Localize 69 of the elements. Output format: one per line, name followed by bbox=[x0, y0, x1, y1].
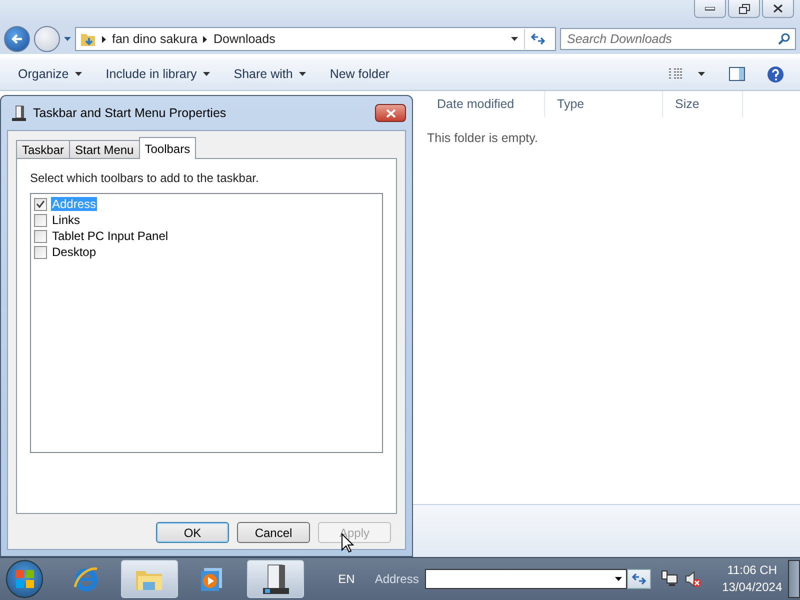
clock-date: 13/04/2024 bbox=[722, 579, 782, 596]
minimize-button[interactable] bbox=[694, 0, 726, 18]
restore-button[interactable] bbox=[728, 0, 760, 18]
tab[interactable]: Start Menu bbox=[69, 140, 140, 159]
start-button[interactable] bbox=[6, 560, 44, 598]
taskbar-properties-icon bbox=[11, 104, 27, 122]
caret-icon bbox=[511, 37, 518, 41]
instruction-text: Select which toolbars to add to the taskbar. bbox=[30, 171, 260, 185]
muted-volume-icon[interactable] bbox=[684, 570, 702, 588]
breadcrumb-item[interactable]: Downloads bbox=[213, 32, 276, 46]
taskbar-app-button[interactable] bbox=[246, 560, 304, 598]
go-button[interactable] bbox=[626, 569, 651, 590]
checkbox[interactable] bbox=[34, 230, 47, 242]
list-item[interactable]: Tablet PC Input Panel bbox=[51, 229, 170, 243]
caret-icon bbox=[74, 72, 82, 76]
toolbar-button[interactable]: Organize bbox=[10, 61, 90, 87]
address-bar[interactable]: fan dino sakura Downloads bbox=[75, 27, 556, 51]
language-indicator[interactable]: EN bbox=[338, 572, 355, 586]
tab[interactable]: Taskbar bbox=[16, 140, 70, 159]
tab[interactable]: Toolbars bbox=[138, 137, 196, 159]
caret-icon bbox=[64, 37, 71, 41]
breadcrumb-item[interactable]: fan dino sakura bbox=[112, 32, 198, 46]
taskbar-properties-icon bbox=[260, 563, 291, 596]
network-icon[interactable] bbox=[660, 570, 678, 588]
caret-icon bbox=[202, 72, 210, 76]
preview-pane-icon[interactable] bbox=[729, 67, 745, 81]
column-header[interactable]: Date modified bbox=[425, 91, 545, 117]
refresh-icon bbox=[632, 573, 646, 586]
windows-logo-icon bbox=[14, 569, 35, 590]
browser-icon bbox=[72, 565, 100, 594]
refresh-icon bbox=[531, 33, 545, 45]
close-button[interactable] bbox=[375, 104, 406, 122]
toolbar-button[interactable]: Share with bbox=[226, 61, 314, 87]
list-item[interactable]: Desktop bbox=[51, 245, 98, 259]
close-button[interactable] bbox=[762, 0, 794, 18]
search-icon bbox=[778, 33, 790, 45]
close-icon bbox=[773, 4, 783, 13]
caret-icon bbox=[614, 577, 622, 582]
back-arrow-icon bbox=[11, 34, 23, 44]
taskbar-address-field[interactable] bbox=[424, 569, 627, 590]
checkbox[interactable] bbox=[34, 246, 47, 258]
back-button[interactable] bbox=[4, 26, 30, 52]
toolbar-button[interactable]: New folder bbox=[322, 61, 398, 87]
forward-button[interactable] bbox=[34, 26, 60, 52]
checkbox[interactable] bbox=[34, 214, 47, 226]
clock-time: 11:06 CH bbox=[727, 562, 777, 580]
restore-icon bbox=[738, 4, 750, 14]
dialog-button[interactable]: OK bbox=[156, 522, 229, 543]
help-icon[interactable] bbox=[767, 66, 784, 82]
view-options-icon[interactable] bbox=[668, 68, 684, 80]
search-field[interactable]: Search Downloads bbox=[560, 28, 796, 50]
show-desktop-button[interactable] bbox=[788, 560, 800, 598]
chevron-icon bbox=[203, 36, 208, 42]
checkbox[interactable] bbox=[34, 198, 47, 210]
caret-icon bbox=[298, 72, 306, 76]
toolbar-button[interactable]: Include in library bbox=[98, 61, 218, 87]
close-icon bbox=[386, 108, 396, 118]
folder-icon bbox=[80, 31, 96, 47]
address-toolbar-label: Address bbox=[374, 572, 419, 586]
clock[interactable]: 11:06 CH 13/04/2024 bbox=[722, 562, 782, 596]
caret-icon bbox=[698, 72, 705, 76]
minimize-icon bbox=[705, 6, 715, 10]
column-header[interactable]: Size bbox=[663, 91, 743, 117]
empty-folder-message: This folder is empty. bbox=[426, 130, 539, 145]
list-item[interactable]: Links bbox=[51, 213, 82, 227]
dialog-title: Taskbar and Start Menu Properties bbox=[33, 106, 228, 120]
dialog-button[interactable]: Cancel bbox=[237, 522, 310, 543]
column-header[interactable]: Type bbox=[545, 91, 663, 117]
chevron-icon bbox=[102, 36, 106, 42]
